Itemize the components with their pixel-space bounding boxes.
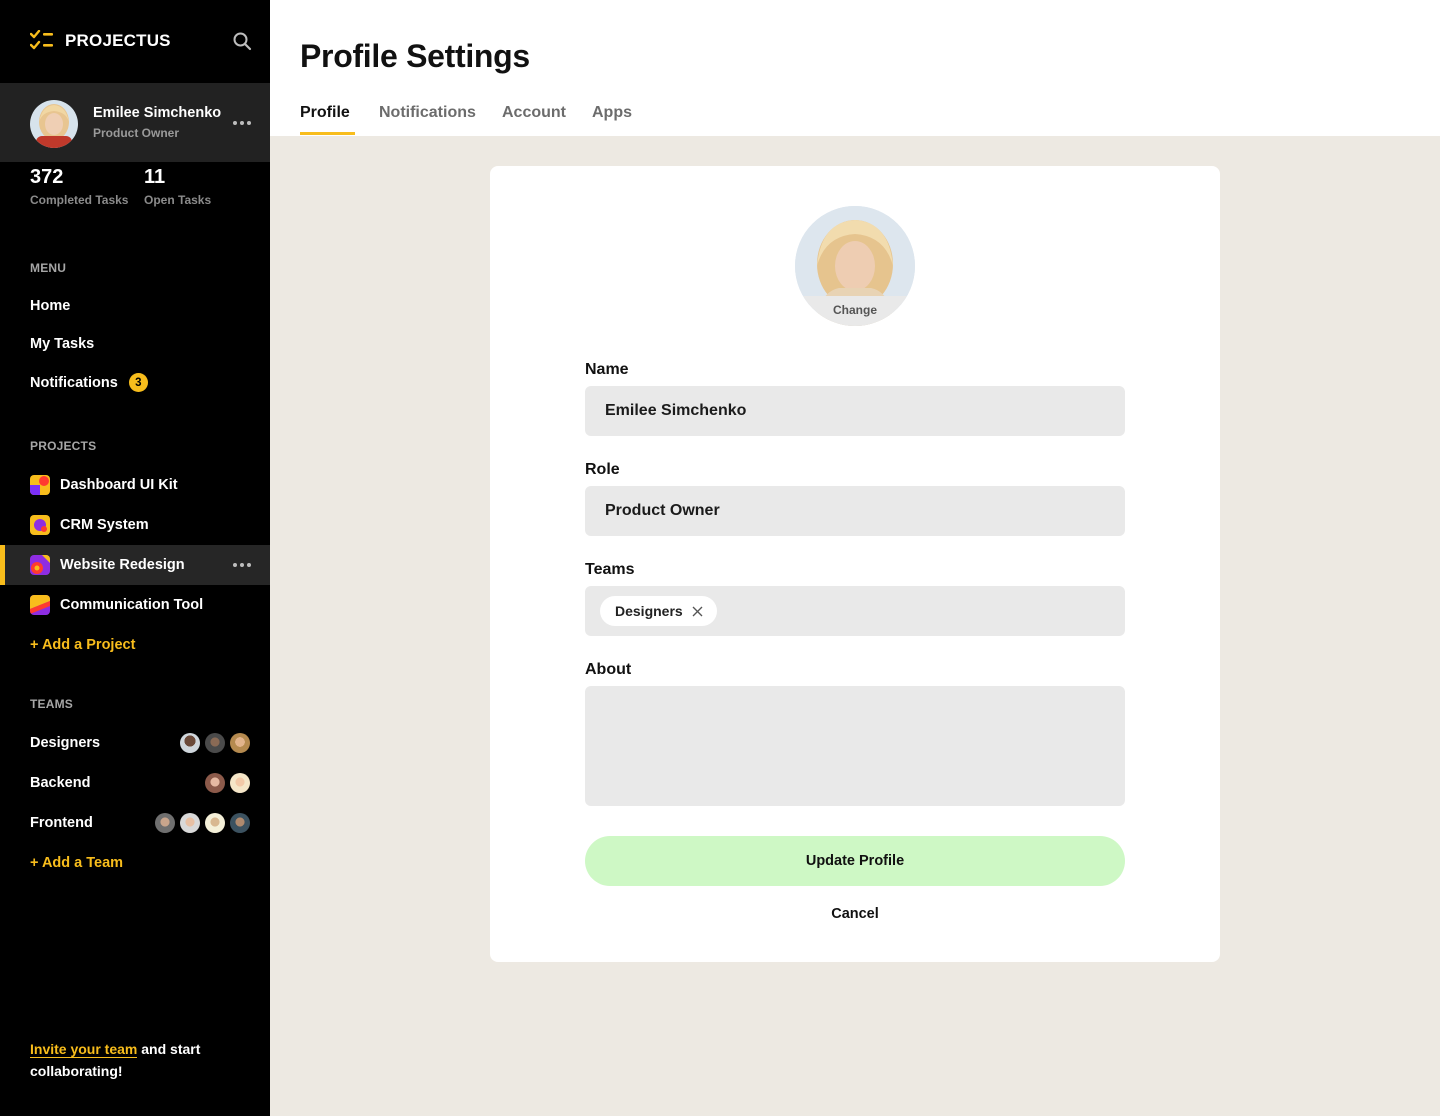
stat-label: Open Tasks	[144, 193, 212, 207]
project-dashboard-icon	[30, 475, 50, 495]
team-label: Designers	[30, 735, 101, 751]
avatar	[155, 813, 175, 833]
avatar	[205, 733, 225, 753]
project-communication-icon	[30, 595, 50, 615]
notification-count-badge: 3	[128, 373, 148, 392]
stat-open-tasks: 11 Open Tasks	[144, 166, 211, 207]
project-label: Dashboard UI Kit	[60, 477, 178, 493]
sidebar-item-my-tasks[interactable]: My Tasks	[30, 336, 94, 352]
project-item-dashboard-ui-kit[interactable]: Dashboard UI Kit	[0, 465, 270, 505]
search-icon[interactable]	[232, 31, 252, 51]
about-field[interactable]	[585, 686, 1125, 806]
team-item-backend[interactable]: Backend	[30, 772, 250, 794]
role-label: Role	[585, 461, 620, 478]
project-item-crm-system[interactable]: CRM System	[0, 505, 270, 545]
page-title: Profile Settings	[300, 38, 530, 74]
name-field[interactable]	[585, 386, 1125, 436]
project-item-website-redesign[interactable]: Website Redesign	[0, 545, 270, 585]
invite-team-link[interactable]: Invite your team	[30, 1041, 138, 1058]
teams-heading: TEAMS	[30, 697, 73, 711]
invite-message: Invite your team and start collaborating…	[30, 1038, 230, 1082]
sidebar: PROJECTUS Emilee Simchenko Product Owner…	[0, 0, 270, 1116]
avatar	[230, 733, 250, 753]
sidebar-item-label: Home	[30, 298, 71, 314]
chip-label: Designers	[615, 603, 683, 619]
team-item-designers[interactable]: Designers	[30, 732, 250, 754]
tab-account[interactable]: Account	[502, 104, 566, 122]
update-profile-button[interactable]: Update Profile	[585, 836, 1125, 886]
sidebar-item-notifications[interactable]: Notifications 3	[30, 373, 148, 392]
menu-heading: MENU	[30, 261, 67, 275]
team-label: Frontend	[30, 815, 93, 831]
avatar	[30, 100, 78, 148]
name-label: Name	[585, 361, 629, 378]
stat-value: 11	[144, 166, 166, 188]
active-tab-indicator	[300, 132, 355, 135]
project-label: CRM System	[60, 517, 149, 533]
stat-completed-tasks: 372 Completed Tasks	[30, 166, 128, 207]
page-header: Profile Settings Profile Notifications A…	[270, 0, 1440, 136]
project-item-communication-tool[interactable]: Communication Tool	[0, 585, 270, 625]
sidebar-item-label: Notifications	[30, 374, 118, 391]
tab-profile[interactable]: Profile	[300, 104, 350, 122]
more-options-icon[interactable]	[230, 113, 254, 133]
stat-value: 372	[30, 166, 64, 188]
stat-label: Completed Tasks	[30, 193, 129, 207]
sidebar-item-label: My Tasks	[30, 336, 95, 352]
project-crm-icon	[30, 515, 50, 535]
tab-notifications[interactable]: Notifications	[379, 104, 476, 122]
cancel-button[interactable]: Cancel	[585, 906, 1125, 926]
team-chip-designers: Designers	[600, 596, 717, 626]
change-photo-label[interactable]: Change	[795, 296, 915, 326]
team-avatars	[205, 773, 250, 793]
team-item-frontend[interactable]: Frontend	[30, 812, 250, 834]
role-field[interactable]	[585, 486, 1125, 536]
team-avatars	[180, 733, 250, 753]
user-role: Product Owner	[93, 126, 180, 140]
brand[interactable]: PROJECTUS	[30, 28, 171, 54]
avatar	[180, 733, 200, 753]
more-options-icon[interactable]	[230, 555, 254, 575]
add-team-link[interactable]: + Add a Team	[30, 855, 123, 871]
teams-label: Teams	[585, 561, 635, 578]
avatar	[205, 813, 225, 833]
about-label: About	[585, 661, 632, 678]
team-avatars	[155, 813, 250, 833]
project-label: Website Redesign	[60, 557, 185, 573]
close-icon[interactable]	[692, 606, 703, 617]
project-label: Communication Tool	[60, 597, 204, 613]
logo-icon	[30, 30, 53, 50]
project-website-icon	[30, 555, 50, 575]
avatar	[230, 773, 250, 793]
avatar	[205, 773, 225, 793]
avatar	[230, 813, 250, 833]
projects-heading: PROJECTS	[30, 439, 97, 453]
tab-apps[interactable]: Apps	[592, 104, 632, 122]
user-name: Emilee Simchenko	[93, 105, 222, 121]
add-project-link[interactable]: + Add a Project	[30, 637, 135, 653]
profile-form-card: Change Name Role Teams Designers About U…	[490, 166, 1220, 962]
team-label: Backend	[30, 775, 91, 791]
app-name: PROJECTUS	[65, 31, 171, 50]
sidebar-item-home[interactable]: Home	[30, 298, 70, 314]
profile-photo[interactable]: Change	[795, 206, 915, 326]
avatar	[180, 813, 200, 833]
user-card[interactable]: Emilee Simchenko Product Owner	[0, 83, 270, 162]
